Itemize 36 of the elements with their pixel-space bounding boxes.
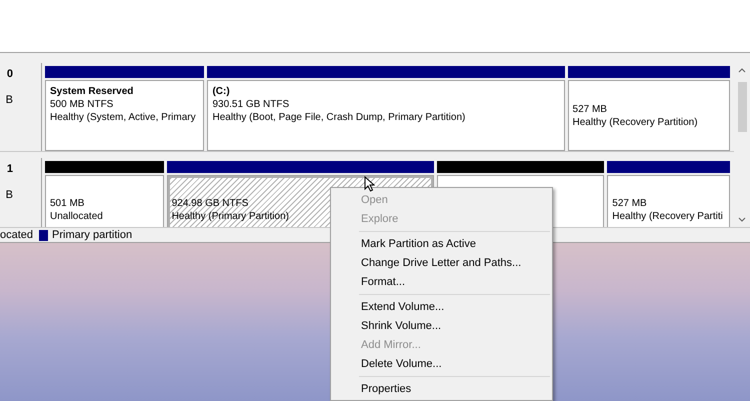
partition-size: 527 MB [572,102,607,116]
partition-status: Healthy (System, Active, Primary [50,111,196,124]
partition-cell[interactable]: 527 MB Healthy (Recovery Partiti [607,175,730,227]
partition-name: (C:) [212,85,230,98]
menu-item[interactable]: Mark Partition as Active [331,234,552,253]
partition-size: 501 MB [50,196,84,210]
mouse-pointer-icon [364,176,375,192]
partition-status: Healthy (Recovery Partiti [612,210,723,222]
disk-size: B [6,94,13,106]
partition-cell[interactable]: (C:) 930.51 GB NTFS Healthy (Boot, Page File, Crash Dump, Primary Partition) [207,80,565,151]
menu-item[interactable]: Shrink Volume... [331,316,552,335]
disk-number: 0 [6,68,13,80]
partition-status: Healthy (Boot, Page File, Crash Dump, Primary Partition) [212,111,466,124]
legend-label: ocated [0,229,34,241]
partition-size: 527 MB [612,196,647,210]
partition-cell[interactable]: 527 MB Healthy (Recovery Partition) [568,80,730,151]
partition-status: Healthy (Recovery Partition) [572,116,698,128]
scroll-up-icon[interactable] [738,68,746,73]
scroll-down-icon[interactable] [738,217,746,222]
menu-item[interactable]: Change Drive Letter and Paths... [331,253,552,272]
partition-cell[interactable]: 501 MB Unallocated [45,175,164,227]
partition-size: 924.98 GB NTFS [172,196,248,210]
menu-item[interactable]: Format... [331,272,552,291]
partition-status: Unallocated [50,210,103,222]
menu-item[interactable]: Extend Volume... [331,297,552,316]
menu-item[interactable]: Delete Volume... [331,354,552,373]
partition-name: System Reserved [50,85,134,98]
scrollbar-thumb[interactable] [738,82,746,132]
partition-size: 930.51 GB NTFS [212,98,290,111]
disk-size: B [6,189,13,201]
partition-cell[interactable]: System Reserved 500 MB NTFS Healthy (System, Active, Primary [45,80,204,151]
partition-status: Healthy (Primary Partition) [172,210,289,222]
partition-size: 500 MB NTFS [50,98,114,111]
disk-number: 1 [6,163,13,175]
menu-item[interactable]: Properties [331,379,552,398]
legend-label: Primary partition [52,229,132,241]
